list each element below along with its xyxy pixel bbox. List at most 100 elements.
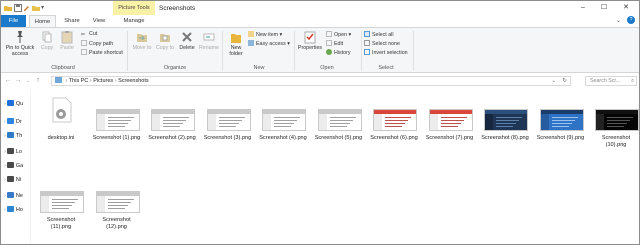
easy-access-button[interactable]: Easy access ▾ [248,40,290,48]
breadcrumb-screenshots[interactable]: Screenshots [118,78,149,84]
thumbnail-line [385,120,408,121]
file-name: desktop.ini [47,135,75,141]
nav-item-label: Ga [15,163,24,169]
thumbnail-line [274,123,294,124]
file-item[interactable]: Screenshot (5).png [314,91,364,165]
thumbnail-sidebar [96,196,105,212]
file-item[interactable]: Screenshot (3).png [203,91,253,165]
nav-item[interactable]: › Ga [4,161,31,171]
expand-ribbon-icon[interactable]: ⌄ [616,17,621,24]
thumbnail-line [329,120,353,121]
file-item[interactable]: Screenshot (2).png [147,91,197,165]
tab-manage[interactable]: Manage [115,15,153,27]
tab-file[interactable]: File [1,15,26,27]
history-button[interactable]: History [326,49,350,57]
thumbnail-line [107,208,125,209]
ribbon: Pin to Quick access Copy Paste ✂ Cut Copy… [1,27,639,73]
select-all-button[interactable]: Select all [364,31,394,39]
tab-view[interactable]: View [87,15,111,27]
paste-button[interactable]: Paste [57,30,77,51]
rename-button[interactable]: Rename [198,30,220,51]
nav-item[interactable]: › Th [4,131,31,141]
folder-icon[interactable] [4,4,12,12]
nav-item[interactable]: › Qu [4,99,31,109]
expand-chevron-icon[interactable]: › [4,193,6,199]
copy-to-button[interactable]: Copy to [154,30,176,51]
nav-item[interactable]: › Ni [4,175,31,185]
new-folder-icon[interactable] [32,4,40,12]
save-icon[interactable] [14,4,22,12]
file-item[interactable]: desktop.ini [36,91,86,165]
close-button[interactable]: ✕ [621,3,631,13]
delete-button[interactable]: Delete [177,30,197,51]
select-none-button[interactable]: Select none [364,40,400,48]
minimize-button[interactable]: – [578,3,588,13]
dropbox-icon [6,118,14,124]
expand-chevron-icon[interactable]: › [4,149,6,155]
file-item[interactable]: Screenshot (11).png [36,173,86,244]
nav-item[interactable]: › Dr [4,117,31,127]
file-item[interactable]: Screenshot (8).png [480,91,530,165]
pc-icon [6,132,14,138]
thumbnail-sidebar [429,114,438,130]
thumbnail-line [329,123,350,124]
homegroup-icon [6,206,14,212]
scissors-icon: ✂ [81,32,86,38]
forward-arrow-icon[interactable]: → [14,76,22,86]
file-item[interactable]: Screenshot (10).png [591,91,639,165]
nav-item[interactable]: › Lo [4,147,31,157]
invert-selection-button[interactable]: Invert selection [364,49,408,57]
edit-button[interactable]: Edit [326,40,343,48]
new-folder-button[interactable]: New folder [225,30,247,57]
delete-icon [181,30,193,44]
nav-item[interactable]: › Ne [4,191,31,201]
breadcrumb-this-pc[interactable]: This PC [69,78,89,84]
select-none-icon [364,40,370,46]
file-item[interactable]: Screenshot (6).png [369,91,419,165]
address-dropdown-icon[interactable]: ⌄ [551,77,556,86]
paste-shortcut-button[interactable]: Paste shortcut [81,49,123,57]
new-item-icon [248,31,254,37]
star-icon [6,100,14,106]
clipboard-group-label: Clipboard [51,65,75,71]
group-separator [222,31,223,71]
expand-chevron-icon[interactable]: › [4,133,6,139]
up-arrow-icon[interactable]: ↑ [34,76,42,86]
nav-item-label: Ne [15,193,23,199]
expand-chevron-icon[interactable]: › [4,119,6,125]
nav-item[interactable]: › Ho [4,205,31,215]
move-to-button[interactable]: Move to [131,30,153,51]
properties-button[interactable]: Properties [295,30,325,51]
open-icon [326,31,332,37]
file-item[interactable]: Screenshot (12).png [92,173,142,244]
maximize-button[interactable]: ☐ [599,3,609,13]
copy-button[interactable]: Copy [38,30,56,51]
breadcrumb-pictures[interactable]: Pictures [93,78,113,84]
open-button[interactable]: Open ▾ [326,31,351,39]
help-icon[interactable]: ? [627,16,635,24]
address-bar[interactable]: › This PC › Pictures › Screenshots ⌄ ↻ [51,76,571,86]
expand-chevron-icon[interactable]: › [4,101,6,107]
new-item-button[interactable]: New item ▾ [248,31,282,39]
expand-chevron-icon[interactable]: › [4,177,6,183]
file-item[interactable]: Screenshot (4).png [258,91,308,165]
tab-share[interactable]: Share [59,15,85,27]
back-arrow-icon[interactable]: ← [4,76,12,86]
pin-quick-access-button[interactable]: Pin to Quick access [3,30,37,57]
refresh-icon[interactable]: ↻ [562,77,567,86]
recent-dropdown-icon[interactable]: ⌄ [24,76,32,86]
cut-button[interactable]: ✂ Cut [81,31,97,38]
copy-path-button[interactable]: Copy path [81,40,113,48]
file-item[interactable]: Screenshot (1).png [92,91,142,165]
properties-icon[interactable] [23,4,31,12]
file-item[interactable]: Screenshot (9).png [536,91,586,165]
thumbnail-line [52,205,72,206]
qat-dropdown-icon[interactable]: ▾ [41,4,49,12]
thumbnail-line [274,117,300,118]
thumbnail-line [107,126,125,127]
file-list: desktop.ini Screenshot (1).png Screenshot … [31,89,639,244]
search-input[interactable]: Search Scr... ⌕ [585,76,637,86]
expand-chevron-icon[interactable]: › [4,207,6,213]
expand-chevron-icon[interactable]: › [4,163,6,169]
file-item[interactable]: Screenshot (7).png [425,91,475,165]
